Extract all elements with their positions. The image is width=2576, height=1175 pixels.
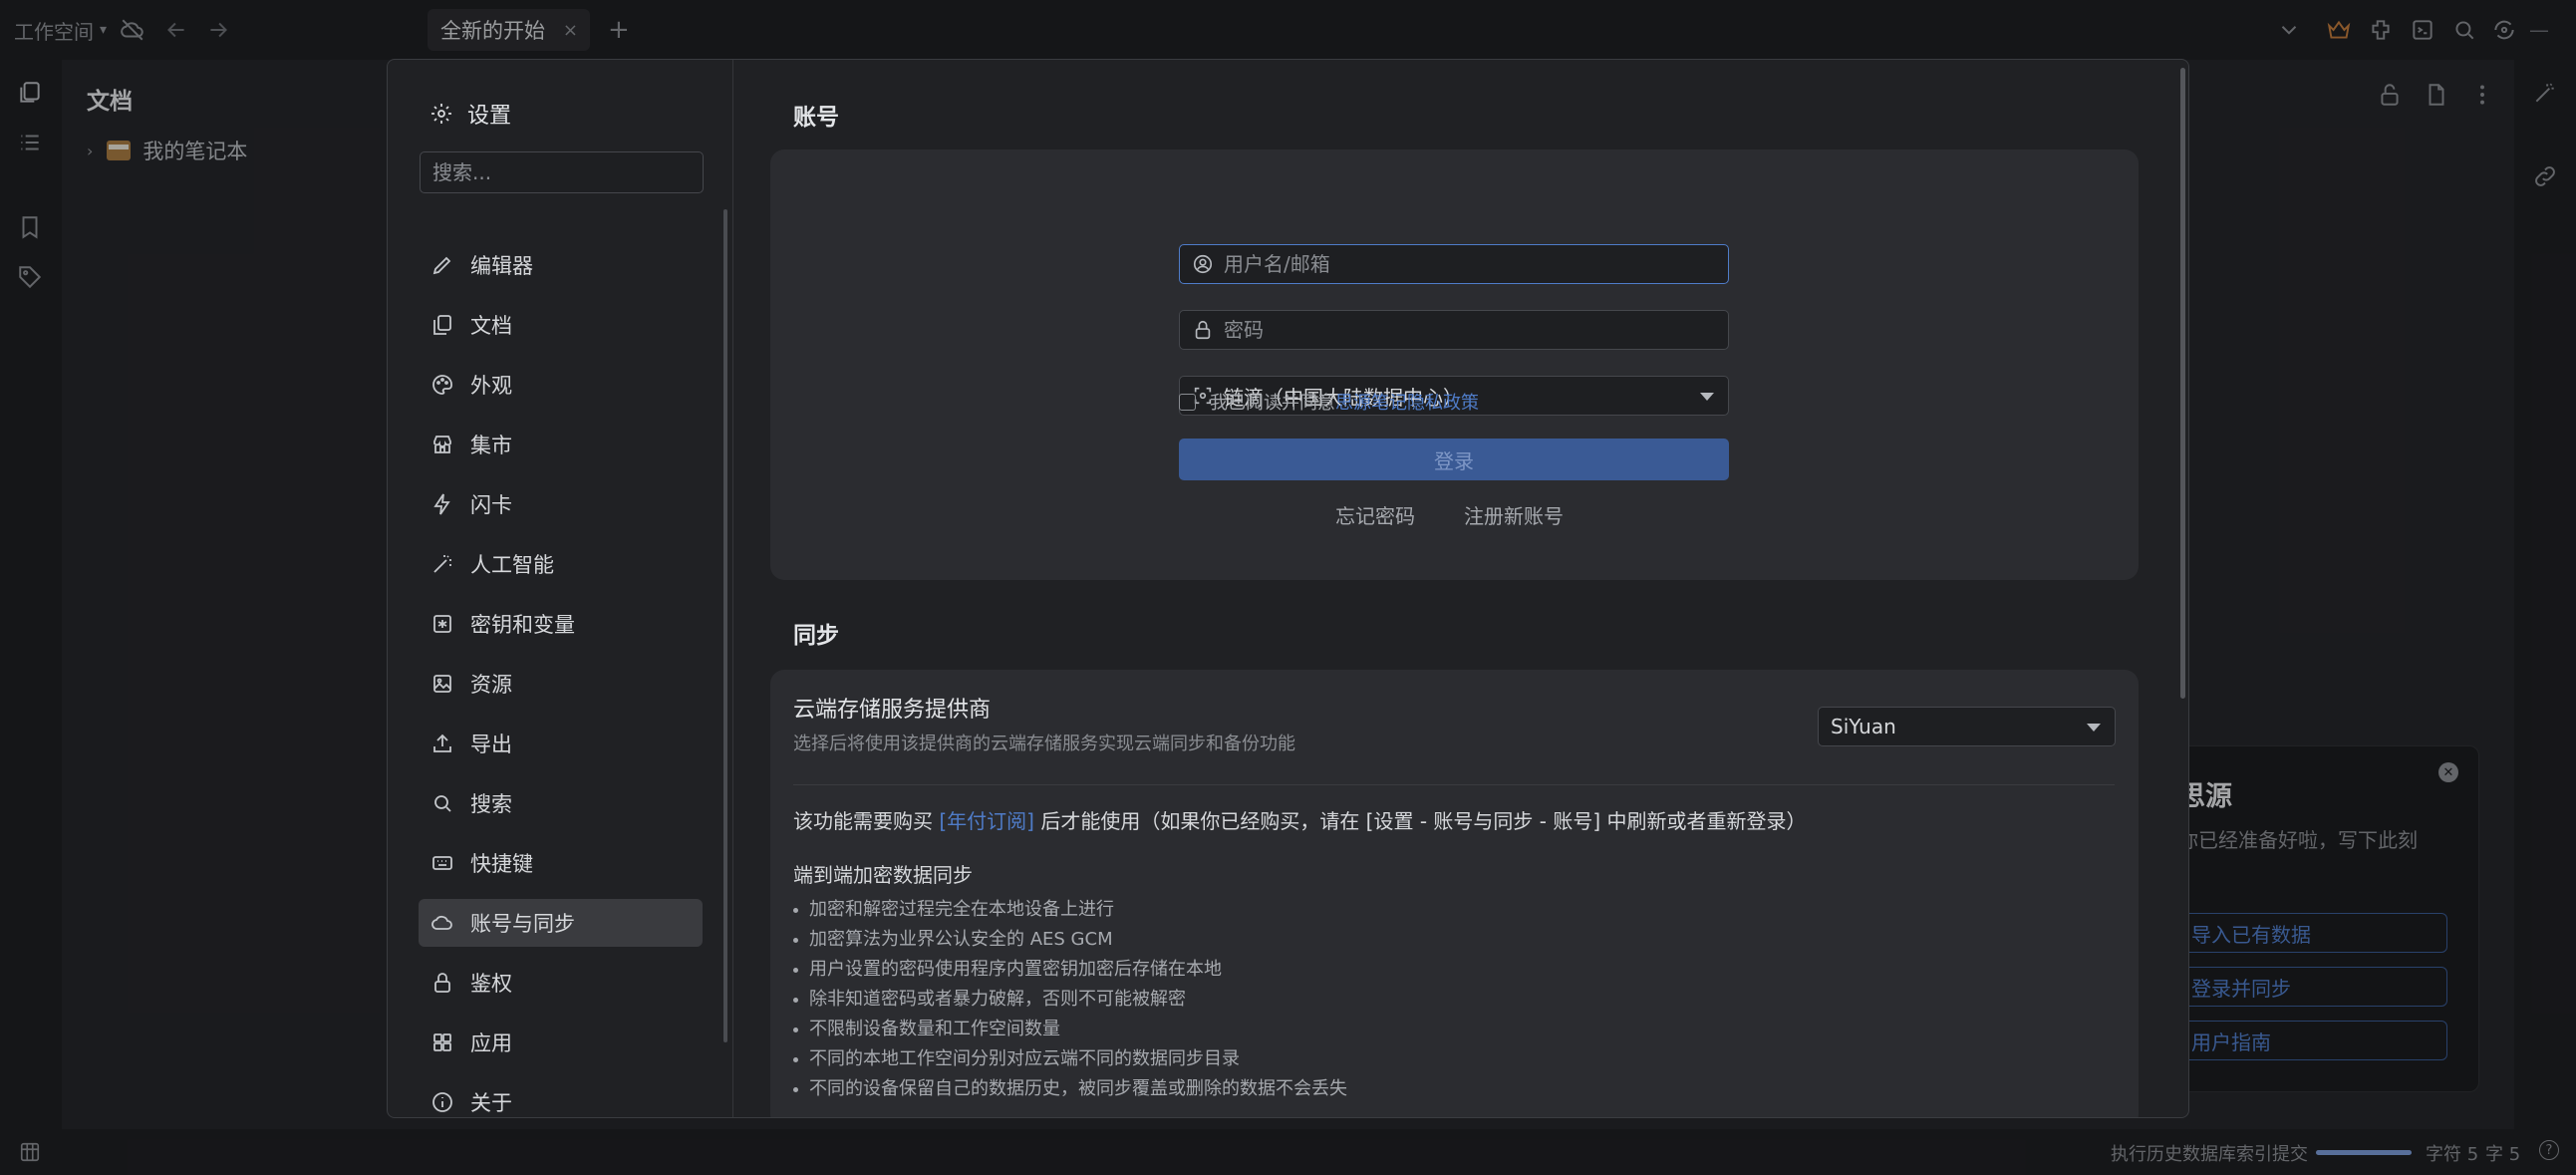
nav-item-account-sync[interactable]: 账号与同步 — [419, 899, 703, 947]
nav-item-editor[interactable]: 编辑器 — [419, 241, 703, 289]
nav-item-search[interactable]: 搜索 — [419, 779, 703, 827]
documents-icon — [430, 313, 454, 337]
privacy-agree[interactable]: 我已阅读并同意 思源笔记隐私政策 — [1179, 389, 1479, 415]
store-icon — [430, 433, 454, 456]
sync-card: 云端存储服务提供商 选择后将使用该提供商的云端存储服务实现云端同步和备份功能 S… — [770, 670, 2139, 1117]
nav-item-shortcuts[interactable]: 快捷键 — [419, 839, 703, 887]
login-button[interactable]: 登录 — [1179, 439, 1729, 480]
list-item: 不同的本地工作空间分别对应云端不同的数据同步目录 — [793, 1044, 1347, 1074]
account-section-title: 账号 — [793, 105, 839, 131]
nav-item-keys-variables[interactable]: 密钥和变量 — [419, 600, 703, 648]
image-icon — [430, 672, 454, 696]
provider-value: SiYuan — [1831, 715, 1896, 738]
key-star-icon — [430, 612, 454, 636]
notice-prefix: 该功能需要购买 — [793, 809, 933, 833]
nav-item-marketplace[interactable]: 集市 — [419, 421, 703, 468]
keyboard-icon — [430, 851, 454, 875]
forgot-password-link[interactable]: 忘记密码 — [1335, 500, 1415, 529]
settings-sidebar: 设置 编辑器 文档 外观 集市 闪卡 人工智能 密钥和变 — [388, 60, 733, 1117]
provider-select[interactable]: SiYuan — [1818, 707, 2116, 746]
nav-item-label: 导出 — [470, 733, 512, 756]
cloud-icon — [430, 911, 454, 935]
nav-item-label: 外观 — [470, 374, 512, 398]
settings-dialog: 设置 编辑器 文档 外观 集市 闪卡 人工智能 密钥和变 — [387, 59, 2189, 1118]
settings-content: 账号 链滴（中国大陆数据中心） 我已阅读并同意思源笔记隐私政策 登录 忘记密码 … — [733, 60, 2188, 1117]
list-item: 用户设置的密码使用程序内置密钥加密后存储在本地 — [793, 955, 1347, 985]
nav-item-label: 编辑器 — [470, 254, 533, 278]
sync-section-title: 同步 — [793, 623, 839, 649]
settings-search-input[interactable] — [420, 151, 704, 193]
subscription-notice: 该功能需要购买 [年付订阅] 后才能使用（如果你已经购买，请在 [设置 - 账号… — [793, 805, 1807, 834]
nav-item-label: 人工智能 — [470, 553, 554, 577]
nav-item-ai[interactable]: 人工智能 — [419, 540, 703, 588]
divider — [793, 784, 2115, 785]
nav-item-label: 应用 — [470, 1031, 512, 1055]
nav-item-label: 资源 — [470, 673, 512, 697]
settings-title: 设置 — [429, 98, 511, 130]
nav-item-label: 关于 — [470, 1091, 512, 1115]
list-item: 除非知道密码或者暴力破解，否则不可能被解密 — [793, 985, 1347, 1015]
list-item: 加密算法为业界公认安全的 AES GCM — [793, 925, 1347, 955]
nav-item-apps[interactable]: 应用 — [419, 1019, 703, 1066]
nav-item-appearance[interactable]: 外观 — [419, 361, 703, 409]
nav-item-label: 账号与同步 — [470, 912, 575, 936]
nav-item-about[interactable]: 关于 — [419, 1078, 703, 1117]
magic-wand-icon — [430, 552, 454, 576]
upload-icon — [430, 732, 454, 755]
list-item: 加密和解密过程完全在本地设备上进行 — [793, 895, 1347, 925]
nav-item-label: 鉴权 — [470, 972, 512, 996]
nav-item-documents[interactable]: 文档 — [419, 301, 703, 349]
search-icon — [430, 791, 454, 815]
lock-icon — [430, 971, 454, 995]
chevron-down-icon — [1700, 393, 1714, 401]
gear-icon — [429, 102, 453, 126]
password-field[interactable] — [1179, 310, 1729, 350]
register-link[interactable]: 注册新账号 — [1464, 500, 1564, 529]
username-field[interactable] — [1179, 244, 1729, 284]
username-input[interactable] — [1224, 252, 1702, 276]
agree-checkbox[interactable] — [1179, 393, 1196, 411]
pencil-icon — [430, 253, 454, 277]
nav-item-label: 集市 — [470, 434, 512, 457]
content-scrollbar[interactable] — [2180, 68, 2185, 699]
chevron-down-icon — [2087, 724, 2101, 732]
nav-item-assets[interactable]: 资源 — [419, 660, 703, 708]
lightning-icon — [430, 492, 454, 516]
account-card: 链滴（中国大陆数据中心） 我已阅读并同意思源笔记隐私政策 登录 忘记密码 注册新… — [770, 149, 2139, 580]
sidebar-scrollbar[interactable] — [723, 209, 727, 1042]
settings-title-label: 设置 — [467, 104, 512, 129]
nav-item-label: 搜索 — [470, 792, 512, 816]
annual-subscription-link[interactable]: [年付订阅] — [939, 809, 1034, 833]
privacy-policy-link[interactable]: 思源笔记隐私政策 — [1335, 389, 1479, 415]
nav-item-flashcard[interactable]: 闪卡 — [419, 480, 703, 528]
password-input[interactable] — [1224, 318, 1702, 342]
list-item: 不限制设备数量和工作空间数量 — [793, 1015, 1347, 1044]
provider-description: 选择后将使用该提供商的云端存储服务实现云端同步和备份功能 — [793, 734, 1295, 754]
lock-icon — [1192, 319, 1214, 341]
nav-item-label: 闪卡 — [470, 493, 512, 517]
info-icon — [430, 1090, 454, 1114]
palette-icon — [430, 373, 454, 397]
nav-item-label: 快捷键 — [470, 852, 533, 876]
list-item: 不同的设备保留自己的数据历史，被同步覆盖或删除的数据不会丢失 — [793, 1074, 1347, 1104]
nav-item-label: 密钥和变量 — [470, 613, 575, 637]
agree-text: 我已阅读并同意 — [1210, 393, 1335, 414]
nav-item-export[interactable]: 导出 — [419, 720, 703, 767]
provider-title: 云端存储服务提供商 — [793, 698, 992, 723]
features-title: 端到端加密数据同步 — [793, 863, 973, 887]
nav-item-label: 文档 — [470, 314, 512, 338]
user-circle-icon — [1192, 253, 1214, 275]
grid-icon — [430, 1030, 454, 1054]
nav-item-auth[interactable]: 鉴权 — [419, 959, 703, 1007]
notice-suffix: 后才能使用（如果你已经购买，请在 [设置 - 账号与同步 - 账号] 中刷新或者… — [1040, 809, 1807, 833]
features-list: 加密和解密过程完全在本地设备上进行 加密算法为业界公认安全的 AES GCM 用… — [793, 895, 1347, 1104]
